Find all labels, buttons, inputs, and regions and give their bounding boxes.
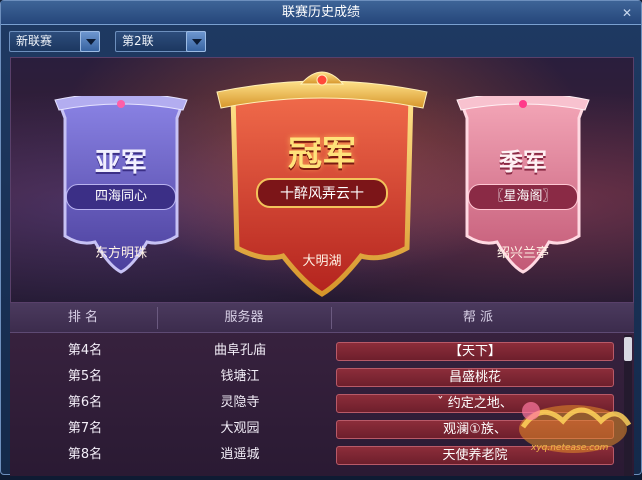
header-rank: 排 名 xyxy=(67,310,99,325)
third-place-server: 绍兴兰亭 xyxy=(496,246,549,261)
chevron-down-icon[interactable] xyxy=(80,31,100,52)
champion-title: 冠军 xyxy=(288,134,356,174)
rank-cell: 第8名 xyxy=(67,447,103,462)
rank-cell: 第7名 xyxy=(67,421,103,436)
rank-cell: 第6名 xyxy=(67,395,103,410)
third-place-title: 季军 xyxy=(499,147,547,176)
rank-cell: 第4名 xyxy=(67,343,103,358)
champion-guild: 十醉风弄云十 xyxy=(256,178,388,208)
server-cell: 钱塘江 xyxy=(220,369,260,384)
scrollbar-thumb[interactable] xyxy=(624,337,632,361)
runner-up-banner: 亚军 四海同心 东方明珠 xyxy=(51,96,191,276)
league-history-window: 联赛历史成绩 ✕ 新联赛 第2联 亚军 四海同心 东方明珠 冠军 十醉风弄云十 … xyxy=(0,0,642,476)
third-place-banner: 季军 〖星海阁〗 绍兴兰亭 xyxy=(453,96,593,276)
third-place-guild: 〖星海阁〗 xyxy=(468,184,578,210)
runner-up-title: 亚军 xyxy=(94,148,147,178)
league-select-value: 新联赛 xyxy=(16,34,53,48)
window-title: 联赛历史成绩 xyxy=(281,5,360,20)
chevron-down-icon[interactable] xyxy=(186,31,206,52)
close-icon[interactable]: ✕ xyxy=(619,5,635,21)
rank-cell: 第5名 xyxy=(67,369,103,384)
champion-banner: 冠军 十醉风弄云十 大明湖 xyxy=(211,66,433,298)
header-server: 服务器 xyxy=(224,310,264,325)
league-select[interactable]: 新联赛 xyxy=(9,31,100,52)
champion-server: 大明湖 xyxy=(302,254,342,269)
server-cell: 逍遥城 xyxy=(220,447,260,462)
watermark-url: xyq.netease.com xyxy=(531,443,609,453)
podium-stage: 亚军 四海同心 东方明珠 冠军 十醉风弄云十 大明湖 季军 〖星海阁〗 绍兴兰亭 xyxy=(10,57,634,303)
round-select[interactable]: 第2联 xyxy=(115,31,206,52)
server-cell: 灵隐寺 xyxy=(220,395,260,410)
table-row[interactable]: 第4名 曲阜孔庙 【天下】 xyxy=(10,339,622,363)
table-header: 排 名 服务器 帮 派 xyxy=(10,303,634,333)
watermark-logo xyxy=(519,402,632,453)
guild-cell: 【天下】 xyxy=(336,342,614,361)
round-select-value: 第2联 xyxy=(122,34,154,48)
site-watermark: xyq.netease.com xyxy=(501,381,641,476)
title-bar: 联赛历史成绩 ✕ xyxy=(1,1,641,25)
server-cell: 曲阜孔庙 xyxy=(213,343,266,358)
header-guild: 帮 派 xyxy=(462,310,494,325)
runner-up-guild: 四海同心 xyxy=(66,184,176,210)
runner-up-server: 东方明珠 xyxy=(94,246,147,261)
server-cell: 大观园 xyxy=(220,421,260,436)
